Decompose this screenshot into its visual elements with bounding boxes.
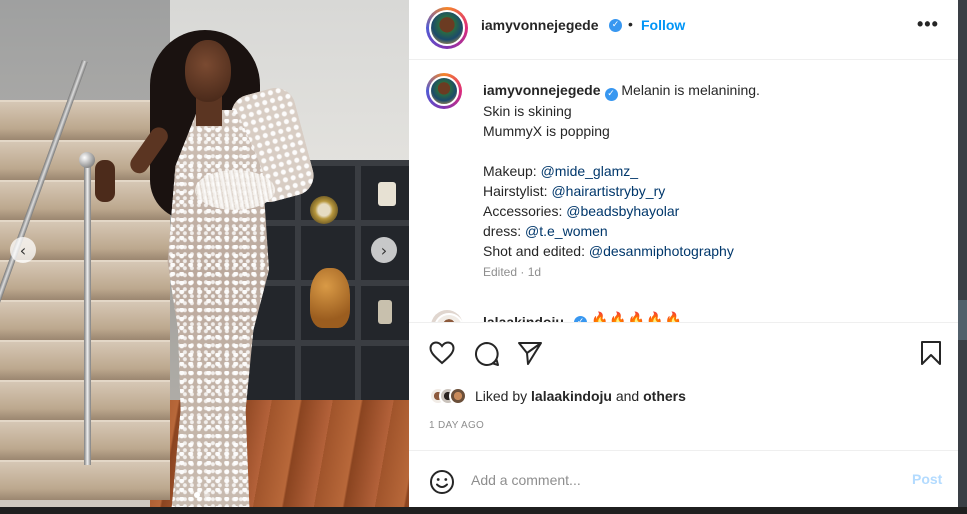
liker-avatar <box>449 387 467 405</box>
likes-prefix: Liked by <box>475 388 532 404</box>
chevron-right-icon: › <box>380 240 388 260</box>
mention-link[interactable]: @mide_glamz_ <box>541 163 638 179</box>
post-timestamp[interactable]: 1 DAY AGO <box>429 420 484 431</box>
carousel-prev-button[interactable]: ‹ <box>10 237 36 263</box>
verified-badge-icon: ✓ <box>609 19 622 32</box>
credit-label: Hairstylist: <box>483 183 552 199</box>
comment-input[interactable] <box>471 470 891 490</box>
header-separator: • <box>628 16 633 32</box>
comment-icon[interactable] <box>474 341 500 367</box>
post-comment-button[interactable]: Post <box>912 471 942 487</box>
mention-link[interactable]: @beadsbyhayolar <box>566 203 679 219</box>
share-icon[interactable] <box>517 340 543 366</box>
mention-link[interactable]: @t.e_women <box>525 223 608 239</box>
likes-others-link[interactable]: others <box>643 388 686 404</box>
add-comment-bar: Post <box>409 450 958 509</box>
commenter-avatar[interactable] <box>431 310 464 322</box>
likes-summary: Liked by lalaakindoju and others <box>429 385 686 407</box>
post-actions: Liked by lalaakindoju and others 1 DAY A… <box>409 322 958 508</box>
credit-label: Accessories: <box>483 203 567 219</box>
carousel-dot <box>194 492 200 498</box>
comment-text: 🔥🔥🔥🔥🔥 <box>591 311 684 322</box>
author-username[interactable]: iamyvonnejegede <box>481 17 599 33</box>
liker-username-link[interactable]: lalaakindoju <box>531 388 612 404</box>
commenter-username[interactable]: lalaakindoju <box>483 314 564 322</box>
credit-label: Makeup: <box>483 163 541 179</box>
caption-line: Skin is skining <box>483 103 572 119</box>
post-details-panel: iamyvonnejegede ✓ • Follow ••• iamyvonne… <box>409 0 958 507</box>
more-options-icon[interactable]: ••• <box>917 14 939 35</box>
carousel-next-button[interactable]: › <box>371 237 397 263</box>
post-caption: iamyvonnejegede ✓ Melanin is melanining. … <box>483 80 933 261</box>
caption-line: MummyX is popping <box>483 123 610 139</box>
comment-item: lalaakindoju ✓ 🔥🔥🔥🔥🔥 <box>409 304 958 322</box>
carousel-dot <box>204 492 210 498</box>
credit-label: Shot and edited: <box>483 243 589 259</box>
page-backdrop-right <box>958 0 967 514</box>
bookmark-icon[interactable] <box>920 340 942 366</box>
likes-text: Liked by lalaakindoju and others <box>475 388 686 404</box>
heart-icon[interactable] <box>429 341 455 365</box>
author-avatar[interactable] <box>426 7 468 49</box>
mention-link[interactable]: @desanmiphotography <box>589 243 734 259</box>
post-header: iamyvonnejegede ✓ • Follow ••• <box>409 0 958 60</box>
likes-middle: and <box>611 388 644 404</box>
emoji-icon[interactable] <box>429 469 455 500</box>
credit-label: dress: <box>483 223 526 239</box>
caption-author-avatar[interactable] <box>426 73 462 109</box>
mention-link[interactable]: @hairartistryby_ry <box>551 183 665 199</box>
carousel-dots <box>194 492 210 498</box>
post-photo[interactable]: ‹ › <box>0 0 409 507</box>
chevron-left-icon: ‹ <box>19 240 27 260</box>
verified-badge-icon: ✓ <box>604 88 618 101</box>
follow-button[interactable]: Follow <box>641 17 685 33</box>
caption-meta: Edited · 1d <box>483 265 542 279</box>
comments-scroll-area[interactable]: iamyvonnejegede ✓ Melanin is melanining. … <box>409 60 958 322</box>
caption-line: Melanin is melanining. <box>621 82 760 98</box>
caption-username[interactable]: iamyvonnejegede <box>483 82 601 98</box>
